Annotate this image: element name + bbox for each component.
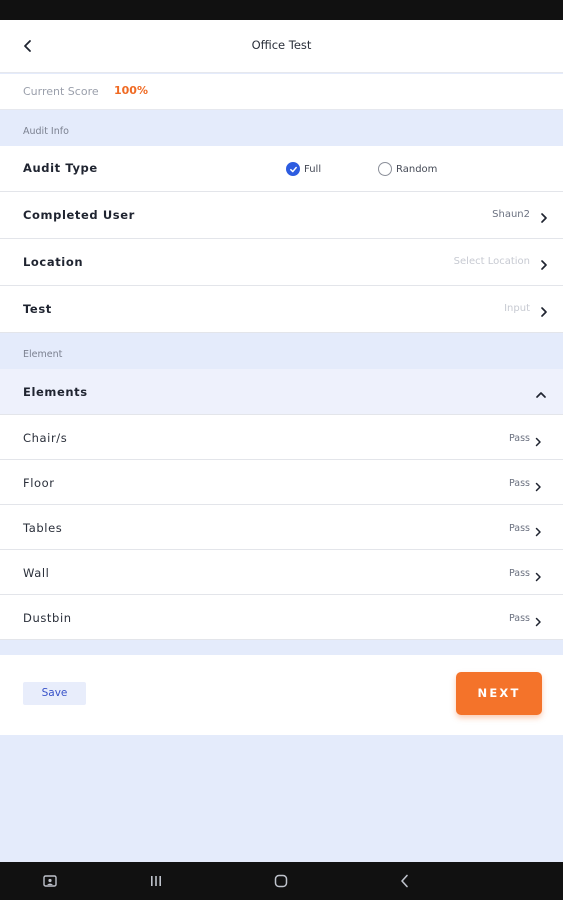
footer-actions: Save NEXT <box>0 655 563 735</box>
save-button[interactable]: Save <box>23 682 86 705</box>
element-item-status: Pass <box>508 523 530 534</box>
element-item-label: Dustbin <box>23 611 72 625</box>
chevron-right-icon <box>538 256 550 270</box>
test-input-placeholder: Input <box>504 303 530 314</box>
section-audit-info-label: Audit Info <box>23 126 69 137</box>
radio-full-label: Full <box>304 163 322 175</box>
page-title: Office Test <box>251 38 312 52</box>
element-item-tables[interactable]: Tables Pass <box>0 505 563 550</box>
chevron-up-icon <box>535 386 547 398</box>
current-score-value: 100% <box>114 84 148 97</box>
radio-full[interactable]: Full <box>286 162 321 176</box>
next-button[interactable]: NEXT <box>456 672 542 715</box>
screenshot-icon[interactable] <box>41 872 59 890</box>
location-label: Location <box>23 255 84 269</box>
audit-type-label: Audit Type <box>23 161 98 175</box>
elements-header-label: Elements <box>23 385 88 399</box>
radio-random[interactable]: Random <box>378 162 437 176</box>
completed-user-row[interactable]: Completed User Shaun2 <box>0 192 563 239</box>
chevron-right-icon <box>538 303 550 317</box>
section-element: Element <box>0 333 563 369</box>
radio-checked-icon <box>286 162 300 176</box>
section-audit-info: Audit Info <box>0 110 563 146</box>
system-nav-bar <box>0 862 563 900</box>
home-icon[interactable] <box>272 872 290 890</box>
element-item-status: Pass <box>508 433 530 444</box>
element-item-label: Tables <box>23 521 63 535</box>
recent-apps-icon[interactable] <box>147 872 165 890</box>
element-item-status: Pass <box>508 613 530 624</box>
element-item-floor[interactable]: Floor Pass <box>0 460 563 505</box>
app-header: Office Test <box>0 20 563 73</box>
elements-accordion-header[interactable]: Elements <box>0 369 563 415</box>
completed-user-value: Shaun2 <box>492 209 530 220</box>
location-placeholder: Select Location <box>453 256 530 267</box>
section-element-label: Element <box>23 349 63 360</box>
element-item-wall[interactable]: Wall Pass <box>0 550 563 595</box>
audit-type-row: Audit Type Full Random <box>0 146 563 192</box>
back-nav-icon[interactable] <box>396 872 414 890</box>
test-label: Test <box>23 302 52 316</box>
element-item-status: Pass <box>508 568 530 579</box>
element-item-label: Wall <box>23 566 50 580</box>
chevron-right-icon <box>533 522 543 537</box>
score-bar: Current Score 100% <box>0 74 563 110</box>
element-item-chairs[interactable]: Chair/s Pass <box>0 415 563 460</box>
chevron-right-icon <box>533 612 543 627</box>
chevron-right-icon <box>533 432 543 447</box>
completed-user-label: Completed User <box>23 208 135 222</box>
chevron-right-icon <box>533 477 543 492</box>
element-item-label: Chair/s <box>23 431 68 445</box>
chevron-right-icon <box>538 209 550 223</box>
element-item-status: Pass <box>508 478 530 489</box>
location-row[interactable]: Location Select Location <box>0 239 563 286</box>
radio-unchecked-icon <box>378 162 392 176</box>
radio-random-label: Random <box>396 163 438 175</box>
status-bar <box>0 0 563 20</box>
element-item-dustbin[interactable]: Dustbin Pass <box>0 595 563 640</box>
element-item-label: Floor <box>23 476 55 490</box>
current-score-label: Current Score <box>23 85 99 98</box>
test-row[interactable]: Test Input <box>0 286 563 333</box>
chevron-right-icon <box>533 567 543 582</box>
